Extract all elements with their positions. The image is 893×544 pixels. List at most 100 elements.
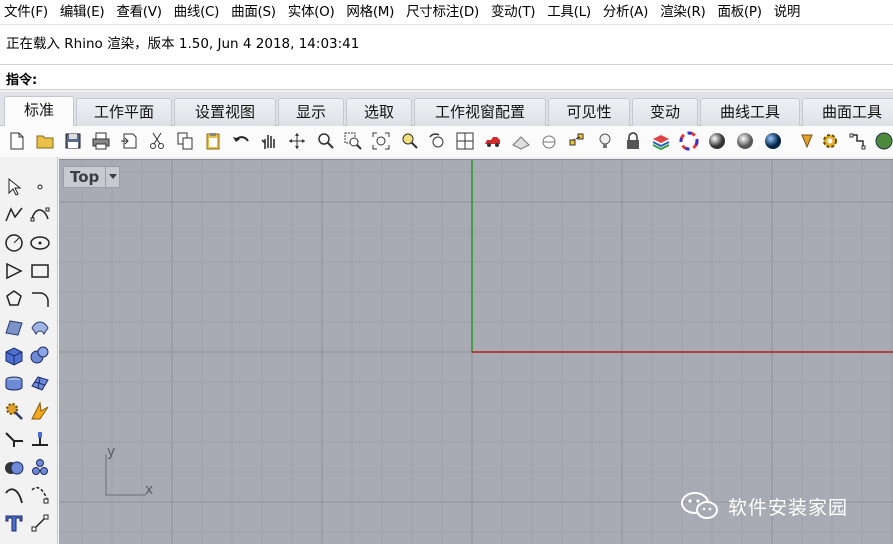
loft-icon[interactable]: [27, 314, 53, 340]
color-wheel-icon[interactable]: [677, 129, 701, 153]
print-icon[interactable]: [89, 129, 113, 153]
box-icon[interactable]: [1, 342, 27, 368]
grid-plane-icon[interactable]: [509, 129, 533, 153]
command-label: 指令:: [6, 73, 38, 88]
rendered-sphere-icon[interactable]: [761, 129, 785, 153]
surface-icon[interactable]: [1, 314, 27, 340]
menu-file[interactable]: 文件(F): [0, 0, 56, 24]
rhino-window: 文件(F) 编辑(E) 查看(V) 曲线(C) 曲面(S) 实体(O) 网格(M…: [0, 0, 893, 544]
trim-icon[interactable]: [27, 426, 53, 452]
chevron-down-icon[interactable]: [105, 167, 119, 187]
layer-icon[interactable]: [649, 129, 673, 153]
cut-icon[interactable]: [145, 129, 169, 153]
fillet-icon[interactable]: [27, 286, 53, 312]
menu-tools[interactable]: 工具(L): [543, 0, 599, 24]
menu-render[interactable]: 渲染(R): [656, 0, 713, 24]
menu-mesh[interactable]: 网格(M): [342, 0, 402, 24]
point-icon[interactable]: [27, 174, 53, 200]
menu-edit[interactable]: 编辑(E): [56, 0, 113, 24]
text-icon[interactable]: [1, 510, 27, 536]
tab-select[interactable]: 选取: [346, 98, 412, 126]
import-icon[interactable]: [117, 129, 141, 153]
copy-icon[interactable]: [173, 129, 197, 153]
car-icon[interactable]: [481, 129, 505, 153]
menu-transform[interactable]: 变动(T): [487, 0, 543, 24]
select-points-icon[interactable]: [565, 129, 589, 153]
curve-tool-icon[interactable]: [1, 482, 27, 508]
polygon-icon[interactable]: [1, 286, 27, 312]
settings-gear-icon[interactable]: [818, 129, 842, 153]
command-prompt[interactable]: 指令:: [0, 64, 893, 90]
zoom-icon[interactable]: [313, 129, 337, 153]
menu-solid[interactable]: 实体(O): [284, 0, 343, 24]
viewport-title-tab[interactable]: Top: [63, 166, 121, 188]
boolean-icon[interactable]: [1, 454, 27, 480]
zoom-selected-icon[interactable]: [397, 129, 421, 153]
left-toolbar: [0, 157, 58, 544]
tab-standard[interactable]: 标准: [4, 96, 74, 127]
top-viewport[interactable]: Top y x: [59, 159, 893, 544]
tab-surface-tools[interactable]: 曲面工具: [802, 98, 893, 126]
menu-analyze[interactable]: 分析(A): [599, 0, 656, 24]
tab-display[interactable]: 显示: [278, 98, 344, 126]
circle-icon[interactable]: [1, 230, 27, 256]
dimension-icon[interactable]: [27, 510, 53, 536]
command-history: 正在载入 Rhino 渲染，版本 1.50, Jun 4 2018, 14:03…: [0, 24, 893, 64]
watermark: 软件安装家园: [680, 490, 848, 522]
ellipse-icon[interactable]: [27, 230, 53, 256]
toolbar-tabs: 标准 工作平面 设置视图 显示 选取 工作视窗配置 可见性 变动 曲线工具 曲面…: [0, 92, 893, 127]
new-icon[interactable]: [5, 129, 29, 153]
axis-y-label: y: [107, 444, 116, 460]
menu-panels[interactable]: 面板(P): [714, 0, 770, 24]
menu-help[interactable]: 说明: [770, 0, 808, 24]
menu-dimension[interactable]: 尺寸标注(D): [402, 0, 487, 24]
pan-icon[interactable]: [257, 129, 281, 153]
extend-icon[interactable]: [1, 426, 27, 452]
open-icon[interactable]: [33, 129, 57, 153]
globe-icon[interactable]: [872, 129, 893, 153]
menu-view[interactable]: 查看(V): [112, 0, 169, 24]
sphere-icon[interactable]: [27, 342, 53, 368]
undo-view-icon[interactable]: [425, 129, 449, 153]
mesh-icon[interactable]: [27, 370, 53, 396]
paste-icon[interactable]: [201, 129, 225, 153]
tab-visibility[interactable]: 可见性: [548, 98, 630, 126]
lock-icon[interactable]: [621, 129, 645, 153]
curve-edit-icon[interactable]: [846, 129, 870, 153]
shaded-sphere-icon[interactable]: [733, 129, 757, 153]
menu-curve[interactable]: 曲线(C): [170, 0, 227, 24]
rectangle-icon[interactable]: [27, 258, 53, 284]
explode-icon[interactable]: [27, 398, 53, 424]
point-edit-icon[interactable]: [27, 482, 53, 508]
history-line: 正在载入 Rhino 渲染，版本 1.50, Jun 4 2018, 14:03…: [6, 36, 360, 52]
axis-x-label: x: [145, 482, 154, 498]
tab-cplanes[interactable]: 工作平面: [76, 98, 172, 126]
viewport-grid: [59, 160, 893, 544]
tab-curve-tools[interactable]: 曲线工具: [700, 98, 800, 126]
zoom-extents-icon[interactable]: [369, 129, 393, 153]
standard-toolbar: [0, 126, 893, 157]
menu-surface[interactable]: 曲面(S): [227, 0, 284, 24]
select-icon[interactable]: [1, 174, 27, 200]
watermark-text: 软件安装家园: [728, 496, 849, 519]
zoom-window-icon[interactable]: [341, 129, 365, 153]
wechat-icon: [681, 492, 718, 519]
arc-icon[interactable]: [1, 258, 27, 284]
light-icon[interactable]: [593, 129, 617, 153]
tab-transform[interactable]: 变动: [632, 98, 698, 126]
wireframe-sphere-icon[interactable]: [705, 129, 729, 153]
rotate-view-icon[interactable]: [285, 129, 309, 153]
group-icon[interactable]: [27, 454, 53, 480]
menu-bar: 文件(F) 编辑(E) 查看(V) 曲线(C) 曲面(S) 实体(O) 网格(M…: [0, 0, 893, 24]
tab-set-view[interactable]: 设置视图: [174, 98, 276, 126]
undo-icon[interactable]: [229, 129, 253, 153]
settings-icon[interactable]: [1, 398, 27, 424]
curve-icon[interactable]: [27, 202, 53, 228]
cplane-icon[interactable]: [537, 129, 561, 153]
cylinder-icon[interactable]: [1, 370, 27, 396]
polyline-icon[interactable]: [1, 202, 27, 228]
viewport-title: Top: [70, 168, 100, 186]
tab-viewport-layout[interactable]: 工作视窗配置: [414, 98, 546, 126]
four-viewports-icon[interactable]: [453, 129, 477, 153]
save-icon[interactable]: [61, 129, 85, 153]
